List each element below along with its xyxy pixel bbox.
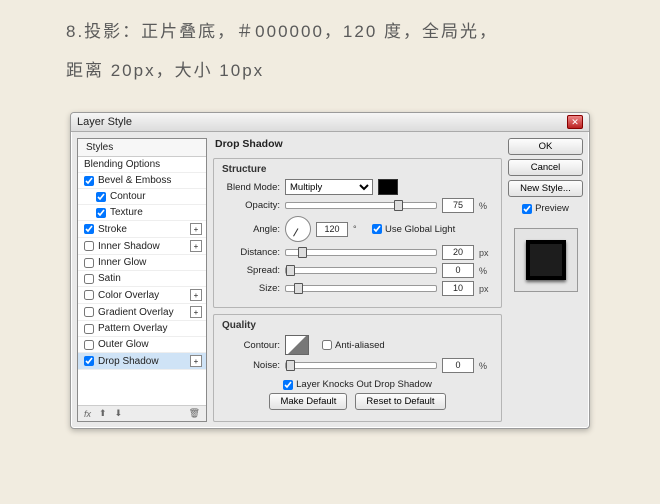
checkbox-icon[interactable]: [84, 356, 94, 366]
style-item-gradient-overlay[interactable]: Gradient Overlay +: [78, 304, 206, 321]
checkbox-icon[interactable]: [372, 224, 382, 234]
blend-mode-dropdown[interactable]: Multiply: [285, 179, 373, 195]
opacity-input[interactable]: 75: [442, 198, 474, 213]
percent-unit: %: [479, 201, 493, 211]
checkbox-icon[interactable]: [84, 224, 94, 234]
section-title: Drop Shadow: [215, 138, 502, 150]
checkbox-icon[interactable]: [96, 208, 106, 218]
styles-list: Styles Blending Options Bevel & Emboss C…: [77, 138, 207, 422]
checkbox-icon[interactable]: [84, 241, 94, 251]
checkbox-icon[interactable]: [84, 176, 94, 186]
knockout-checkbox[interactable]: Layer Knocks Out Drop Shadow: [283, 379, 432, 390]
distance-slider[interactable]: [285, 249, 437, 256]
percent-unit: %: [479, 266, 493, 276]
instruction-line-1: 8.投影：正片叠底，＃000000，120 度，全局光，: [66, 12, 594, 51]
noise-input[interactable]: 0: [442, 358, 474, 373]
checkbox-icon[interactable]: [84, 290, 94, 300]
global-light-checkbox[interactable]: Use Global Light: [372, 224, 455, 235]
distance-label: Distance:: [222, 247, 280, 258]
opacity-label: Opacity:: [222, 200, 280, 211]
style-item-color-overlay[interactable]: Color Overlay +: [78, 287, 206, 304]
style-item-texture[interactable]: Texture: [78, 205, 206, 221]
distance-input[interactable]: 20: [442, 245, 474, 260]
dialog-actions: OK Cancel New Style... Preview: [508, 138, 583, 422]
settings-panel: Drop Shadow Structure Blend Mode: Multip…: [213, 138, 502, 422]
checkbox-icon[interactable]: [96, 192, 106, 202]
fx-icon[interactable]: fx: [84, 409, 91, 419]
spread-label: Spread:: [222, 265, 280, 276]
structure-group: Structure Blend Mode: Multiply Opacity: …: [213, 158, 502, 308]
ok-button[interactable]: OK: [508, 138, 583, 155]
px-unit: px: [479, 284, 493, 294]
size-input[interactable]: 10: [442, 281, 474, 296]
fx-plus-icon[interactable]: +: [190, 355, 202, 367]
style-item-blending-options[interactable]: Blending Options: [78, 157, 206, 173]
new-style-button[interactable]: New Style...: [508, 180, 583, 197]
checkbox-icon[interactable]: [84, 340, 94, 350]
style-item-inner-glow[interactable]: Inner Glow: [78, 255, 206, 271]
style-item-pattern-overlay[interactable]: Pattern Overlay: [78, 321, 206, 337]
style-item-bevel-emboss[interactable]: Bevel & Emboss: [78, 173, 206, 189]
checkbox-icon[interactable]: [84, 307, 94, 317]
degree-unit: °: [353, 224, 367, 234]
percent-unit: %: [479, 361, 493, 371]
preview-checkbox[interactable]: Preview: [522, 203, 569, 214]
contour-picker[interactable]: [285, 335, 309, 355]
fx-plus-icon[interactable]: +: [190, 306, 202, 318]
checkbox-icon[interactable]: [283, 380, 293, 390]
preview-swatch: [526, 240, 566, 280]
styles-header[interactable]: Styles: [78, 139, 206, 157]
spread-input[interactable]: 0: [442, 263, 474, 278]
style-item-inner-shadow[interactable]: Inner Shadow +: [78, 238, 206, 255]
reset-default-button[interactable]: Reset to Default: [355, 393, 445, 410]
opacity-slider[interactable]: [285, 202, 437, 209]
fx-plus-icon[interactable]: +: [190, 223, 202, 235]
noise-slider[interactable]: [285, 362, 437, 369]
checkbox-icon[interactable]: [84, 274, 94, 284]
contour-label: Contour:: [222, 340, 280, 351]
layer-style-dialog: Layer Style ✕ Styles Blending Options Be…: [70, 112, 590, 429]
titlebar[interactable]: Layer Style ✕: [71, 113, 589, 132]
px-unit: px: [479, 248, 493, 258]
style-item-outer-glow[interactable]: Outer Glow: [78, 337, 206, 353]
styles-footer: fx ⬆ ⬇ 🗑: [78, 405, 206, 421]
make-default-button[interactable]: Make Default: [269, 393, 347, 410]
instruction-line-2: 距离 20px，大小 10px: [66, 51, 594, 90]
size-slider[interactable]: [285, 285, 437, 292]
dialog-title: Layer Style: [77, 113, 132, 131]
color-swatch[interactable]: [378, 179, 398, 195]
quality-group: Quality Contour: Anti-aliased Noise: 0 %: [213, 314, 502, 422]
style-item-stroke[interactable]: Stroke +: [78, 221, 206, 238]
checkbox-icon[interactable]: [84, 258, 94, 268]
checkbox-icon[interactable]: [522, 204, 532, 214]
structure-legend: Structure: [222, 164, 493, 175]
trash-icon[interactable]: 🗑: [189, 408, 200, 419]
arrow-up-icon[interactable]: ⬆: [99, 408, 107, 419]
close-icon[interactable]: ✕: [567, 115, 583, 129]
angle-dial[interactable]: [285, 216, 311, 242]
angle-label: Angle:: [222, 224, 280, 235]
quality-legend: Quality: [222, 320, 493, 331]
noise-label: Noise:: [222, 360, 280, 371]
preview-thumbnail: [514, 228, 578, 292]
antialiased-checkbox[interactable]: Anti-aliased: [322, 340, 385, 351]
checkbox-icon[interactable]: [84, 324, 94, 334]
checkbox-icon[interactable]: [322, 340, 332, 350]
style-item-contour[interactable]: Contour: [78, 189, 206, 205]
instruction-text: 8.投影：正片叠底，＃000000，120 度，全局光， 距离 20px，大小 …: [66, 12, 594, 90]
fx-plus-icon[interactable]: +: [190, 240, 202, 252]
arrow-down-icon[interactable]: ⬇: [115, 408, 123, 419]
cancel-button[interactable]: Cancel: [508, 159, 583, 176]
style-item-satin[interactable]: Satin: [78, 271, 206, 287]
size-label: Size:: [222, 283, 280, 294]
blend-mode-label: Blend Mode:: [222, 182, 280, 193]
style-item-drop-shadow[interactable]: Drop Shadow +: [78, 353, 206, 370]
angle-input[interactable]: 120: [316, 222, 348, 237]
spread-slider[interactable]: [285, 267, 437, 274]
fx-plus-icon[interactable]: +: [190, 289, 202, 301]
